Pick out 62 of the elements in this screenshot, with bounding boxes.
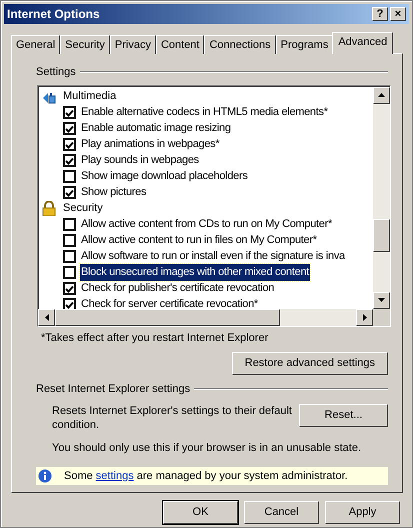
cancel-button[interactable]: Cancel — [244, 501, 319, 524]
tab[interactable]: Privacy — [110, 35, 156, 54]
checkbox[interactable] — [63, 138, 76, 151]
reset-button[interactable]: Reset... — [299, 404, 388, 426]
setting-option[interactable]: Allow active content from CDs to run on My Computer* — [80, 216, 333, 233]
tab[interactable]: Security — [60, 35, 110, 54]
vertical-scrollbar[interactable] — [373, 86, 390, 308]
left-arrow-icon — [44, 314, 48, 320]
close-button[interactable]: × — [390, 7, 406, 21]
checkbox[interactable] — [63, 266, 76, 279]
setting-option[interactable]: Check for server certificate revocation* — [80, 296, 259, 308]
scroll-right-button[interactable] — [356, 308, 373, 326]
reset-warning: You should only use this if your browser is in an unusable state. — [52, 440, 362, 456]
setting-option[interactable]: Show pictures — [80, 184, 148, 201]
setting-option[interactable]: Enable automatic image resizing — [80, 120, 232, 137]
category-label: Security — [63, 201, 103, 216]
help-button[interactable]: ? — [372, 7, 388, 21]
checkbox[interactable] — [63, 234, 76, 247]
checkbox[interactable] — [63, 250, 76, 263]
setting-option[interactable]: Play sounds in webpages — [80, 152, 200, 169]
right-arrow-icon — [362, 314, 366, 320]
scrollbar-corner — [373, 308, 390, 326]
info-message: Some settings are managed by your system administrator. — [64, 468, 348, 484]
checkbox[interactable] — [63, 106, 76, 119]
setting-option[interactable]: Show image download placeholders — [80, 168, 249, 185]
checkbox[interactable] — [63, 282, 76, 295]
checkbox[interactable] — [63, 154, 76, 167]
group-label: Reset Internet Explorer settings — [36, 382, 190, 397]
setting-option[interactable]: Allow software to run or install even if the signature is inva — [80, 248, 346, 265]
setting-option[interactable]: Block unsecured images with other mixed content — [80, 264, 310, 281]
padlock-icon — [42, 201, 56, 216]
ok-button[interactable]: OK — [163, 501, 238, 524]
window-title: Internet Options — [7, 6, 100, 23]
down-arrow-icon — [378, 298, 385, 302]
reset-description: Resets Internet Explorer's settings to their default condition. — [52, 404, 293, 432]
setting-option[interactable]: Play animations in webpages* — [80, 136, 220, 153]
scroll-left-button[interactable] — [38, 308, 55, 326]
setting-option[interactable]: Allow active content to run in files on My Computer* — [80, 232, 318, 249]
checkbox[interactable] — [63, 170, 76, 183]
tab[interactable]: Advanced — [332, 32, 394, 54]
scroll-up-button[interactable] — [373, 86, 390, 104]
tab[interactable]: Programs — [276, 35, 334, 54]
checkbox[interactable] — [63, 298, 76, 308]
category-label: Multimedia — [63, 89, 116, 104]
setting-option[interactable]: Check for publisher's certificate revocation — [80, 280, 276, 297]
checkbox[interactable] — [63, 218, 76, 231]
info-icon — [38, 469, 52, 483]
restore-advanced-settings-button[interactable]: Restore advanced settings — [232, 352, 388, 375]
scroll-thumb[interactable] — [373, 218, 390, 252]
apply-button[interactable]: Apply — [325, 501, 400, 524]
up-arrow-icon — [378, 93, 385, 97]
setting-option[interactable]: Enable alternative codecs in HTML5 media elements* — [80, 104, 329, 121]
tab[interactable]: Content — [156, 35, 204, 54]
checkbox[interactable] — [63, 122, 76, 135]
group-label: Settings — [36, 65, 76, 80]
checkbox[interactable] — [63, 186, 76, 199]
tab[interactable]: Connections — [204, 35, 276, 54]
restart-note: *Takes effect after you restart Internet Explorer — [41, 330, 268, 346]
horizontal-scroll-thumb[interactable] — [55, 308, 280, 326]
scroll-down-button[interactable] — [373, 292, 390, 308]
settings-link[interactable]: settings — [96, 470, 134, 482]
tab[interactable]: General — [11, 35, 60, 54]
